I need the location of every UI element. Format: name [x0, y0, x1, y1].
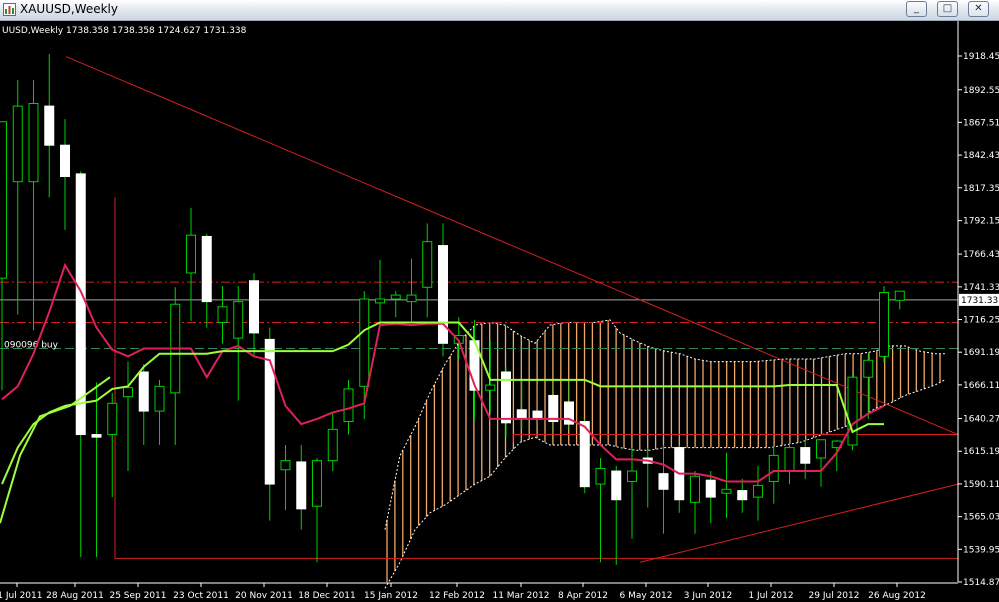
time-tick-label: 12 Feb 2012	[429, 591, 485, 601]
descending-trendline	[65, 56, 959, 436]
candle-body	[107, 402, 118, 436]
chart-area[interactable]: 090096 buy 1918.45 1892.55 1867.51 1842.43 1…	[0, 21, 999, 602]
time-tick-label: 20 Nov 2011	[235, 591, 293, 601]
window-title: XAUUSD,Weekly	[20, 2, 118, 16]
candle-body	[690, 475, 700, 503]
candle-body	[327, 428, 338, 462]
candle-body	[438, 245, 448, 344]
current-price-label: 1731.33	[961, 296, 998, 306]
time-tick-label: 1 Jul 2012	[748, 591, 793, 601]
candle-body	[123, 387, 133, 398]
candle-body	[627, 470, 637, 482]
time-tick-label: 31 Jul 2011	[0, 591, 42, 601]
candle-body	[595, 467, 606, 485]
candle-body	[186, 234, 196, 274]
candle-body	[705, 479, 716, 498]
price-tick-label: 1892.55	[963, 86, 999, 96]
ichimoku-cloud	[384, 319, 946, 589]
candle-body	[548, 394, 559, 423]
candle-body	[375, 298, 385, 304]
price-tick-label: 1514.87	[963, 578, 999, 588]
candle-body	[359, 298, 370, 387]
price-tick-label: 1539.95	[963, 545, 999, 555]
price-tick-label: 1741.33	[963, 283, 999, 293]
time-tick-label: 11 Mar 2012	[492, 591, 549, 601]
candle-body	[0, 121, 7, 279]
candle-body	[201, 235, 212, 303]
time-tick-label: 3 Jun 2012	[684, 591, 732, 601]
candle-body	[28, 103, 39, 183]
candle-body	[894, 290, 905, 301]
price-tick-label: 1615.19	[963, 447, 999, 457]
price-tick-label: 1918.45	[963, 52, 999, 62]
ascending-trendline	[639, 483, 959, 563]
candle-body	[280, 460, 291, 471]
time-tick-label: 23 Oct 2011	[173, 591, 229, 601]
price-chart[interactable]: 090096 buy 1918.451892.551867.511842.431…	[0, 21, 999, 602]
candle-body	[532, 410, 543, 420]
time-tick-label: 28 Aug 2011	[46, 591, 104, 601]
candle-body	[816, 439, 826, 459]
time-tick-label: 15 Jan 2012	[364, 591, 418, 601]
candle-body	[343, 388, 354, 423]
candle-body	[753, 484, 763, 498]
candle-body	[611, 470, 622, 501]
time-tick-label: 26 Aug 2012	[868, 591, 926, 601]
candle-body	[249, 280, 259, 334]
candle-body	[138, 371, 149, 412]
candle-body	[296, 461, 307, 510]
candle-body	[390, 294, 401, 300]
candle-body	[768, 454, 779, 482]
symbol-info: UUSD,Weekly 1738.358 1738.358 1724.627 1…	[2, 26, 247, 36]
candle-body	[737, 490, 748, 501]
candle-body	[406, 294, 417, 303]
price-tick-label: 1842.43	[963, 151, 999, 161]
time-tick-label: 25 Sep 2011	[109, 591, 166, 601]
candle-body	[233, 301, 244, 339]
order-label: 090096 buy	[4, 341, 59, 351]
candle-body	[217, 306, 228, 323]
price-tick-label: 1716.25	[963, 316, 999, 326]
price-tick-label: 1792.15	[963, 217, 999, 227]
minimize-button[interactable]: _	[906, 1, 927, 17]
candlestick-series	[0, 53, 905, 565]
price-tick-label: 1590.11	[963, 480, 999, 490]
candle-body	[312, 460, 322, 507]
candle-body	[721, 488, 732, 494]
senkou-span-a	[384, 319, 945, 530]
time-tick-label: 8 Apr 2012	[558, 591, 608, 601]
candle-body	[847, 376, 858, 446]
candle-body	[863, 359, 874, 378]
candle-body	[12, 105, 23, 183]
window-titlebar: XAUUSD,Weekly _ □ ✕	[0, 0, 999, 21]
price-tick-label: 1867.51	[963, 118, 999, 128]
chart-window-icon	[3, 3, 16, 16]
candle-body	[516, 409, 527, 420]
candle-body	[800, 447, 811, 464]
time-axis: 31 Jul 2011 28 Aug 2011 25 Sep 2011 23 Oct …	[0, 582, 958, 601]
maximize-button[interactable]: □	[937, 1, 958, 17]
price-tick-label: 1565.03	[963, 513, 999, 523]
price-tick-label: 1817.35	[963, 184, 999, 194]
candle-body	[60, 144, 70, 177]
trendline-overlay: 090096 buy	[0, 56, 959, 563]
candle-body	[154, 385, 165, 412]
price-tick-label: 1640.27	[963, 415, 999, 425]
candle-body	[658, 473, 669, 490]
time-tick-label: 29 Jul 2012	[809, 591, 860, 601]
candle-body	[879, 291, 889, 357]
candle-body	[784, 447, 795, 472]
candle-body	[44, 105, 55, 146]
candle-body	[91, 434, 102, 438]
time-tick-label: 18 Dec 2011	[298, 591, 356, 601]
price-tick-label: 1691.19	[963, 348, 999, 358]
price-tick-label: 1766.43	[963, 250, 999, 260]
time-tick-label: 6 May 2012	[620, 591, 673, 601]
close-button[interactable]: ✕	[968, 1, 989, 17]
candle-body	[485, 384, 496, 391]
candle-body	[422, 241, 433, 288]
price-axis: 1918.45 1892.55 1867.51 1842.43 1817.35 1792.…	[957, 21, 999, 588]
price-tick-label: 1666.11	[963, 381, 999, 391]
